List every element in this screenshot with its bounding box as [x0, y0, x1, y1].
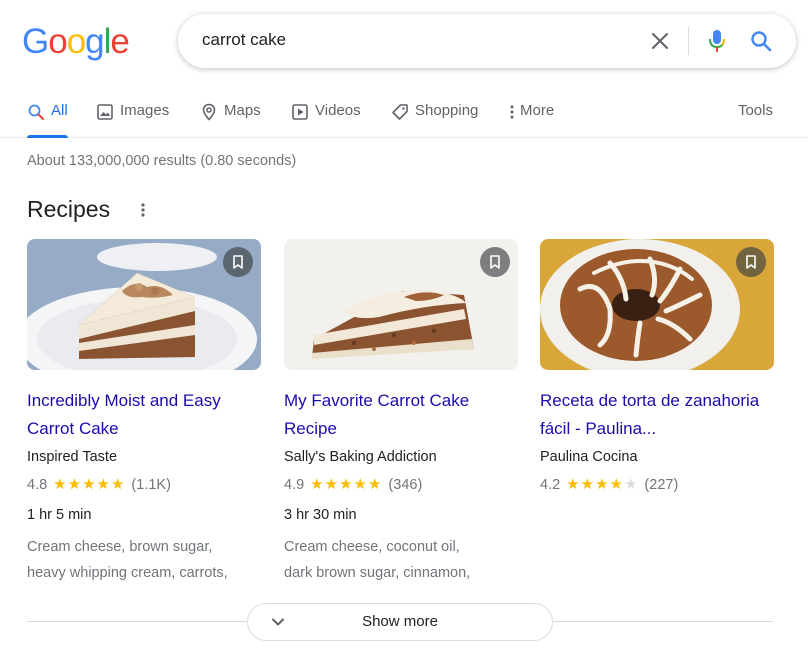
- recipe-image[interactable]: [27, 239, 261, 370]
- tools-button[interactable]: Tools: [738, 102, 773, 119]
- tab-all[interactable]: All: [27, 102, 68, 138]
- tab-label: Videos: [315, 102, 361, 119]
- more-vert-icon: [510, 105, 514, 119]
- image-icon: [97, 104, 113, 120]
- logo-letter: o: [66, 22, 86, 61]
- close-icon[interactable]: [648, 29, 672, 53]
- search-divider: [688, 27, 689, 55]
- tab-label: More: [520, 102, 555, 119]
- search-icon[interactable]: [749, 29, 773, 53]
- tab-label: Shopping: [415, 102, 479, 119]
- rating-value: 4.9: [284, 477, 305, 493]
- search-box[interactable]: carrot cake: [178, 14, 796, 68]
- review-count: (1.1K): [131, 477, 171, 493]
- recipe-source: Inspired Taste: [27, 449, 118, 465]
- bookmark-button[interactable]: [480, 247, 510, 277]
- recipe-ingredients: Cream cheese, brown sugar, heavy whippin…: [27, 534, 261, 586]
- recipe-time: 1 hr 5 min: [27, 507, 92, 523]
- tab-images[interactable]: Images: [96, 102, 169, 138]
- tab-label: Images: [120, 102, 170, 119]
- rating-stars: ★★★★★: [310, 476, 383, 493]
- recipe-image[interactable]: [540, 239, 774, 370]
- map-pin-icon: [202, 103, 216, 121]
- tab-videos[interactable]: Videos: [291, 102, 361, 138]
- recipe-source: Sally's Baking Addiction: [284, 449, 437, 465]
- recipe-time: 3 hr 30 min: [284, 507, 357, 523]
- search-input[interactable]: carrot cake: [202, 30, 286, 50]
- recipe-title[interactable]: Receta de torta de zanahoria fácil - Pau…: [540, 387, 774, 443]
- logo-letter: g: [85, 22, 104, 61]
- show-more-label: Show more: [362, 613, 438, 630]
- bookmark-button[interactable]: [736, 247, 766, 277]
- rating-stars: ★★★★★: [566, 476, 639, 493]
- recipes-heading: Recipes: [27, 196, 111, 222]
- tab-label: All: [51, 102, 68, 119]
- bookmark-button[interactable]: [223, 247, 253, 277]
- bookmark-icon: [233, 255, 243, 269]
- ingredients-line: dark brown sugar, cinnamon,: [284, 565, 471, 581]
- recipe-title[interactable]: My Favorite Carrot Cake Recipe: [284, 387, 518, 443]
- recipe-title[interactable]: Incredibly Moist and Easy Carrot Cake: [27, 387, 261, 443]
- tab-maps[interactable]: Maps: [200, 102, 261, 138]
- recipe-rating: 4.9 ★★★★★ (346): [284, 474, 518, 496]
- video-icon: [292, 104, 308, 120]
- recipe-image[interactable]: [284, 239, 518, 370]
- recipe-card[interactable]: My Favorite Carrot Cake Recipe Sally's B…: [284, 239, 518, 586]
- recipe-rating: 4.8 ★★★★★ (1.1K): [27, 474, 261, 496]
- recipe-card[interactable]: Receta de torta de zanahoria fácil - Pau…: [540, 239, 774, 496]
- review-count: (346): [388, 477, 423, 493]
- ingredients-line: heavy whipping cream, carrots,: [27, 565, 228, 581]
- rating-value: 4.8: [27, 477, 48, 493]
- rating-value: 4.2: [540, 477, 561, 493]
- search-icon: [28, 104, 44, 120]
- show-more-button[interactable]: Show more: [247, 603, 553, 641]
- logo-letter: e: [110, 22, 129, 61]
- more-vert-icon[interactable]: [138, 201, 148, 219]
- tab-label: Maps: [224, 102, 261, 119]
- bookmark-icon: [746, 255, 756, 269]
- logo-letter: l: [103, 22, 112, 61]
- bookmark-icon: [490, 255, 500, 269]
- recipe-source: Paulina Cocina: [540, 449, 638, 465]
- google-logo[interactable]: Google: [22, 22, 130, 62]
- tag-icon: [392, 104, 408, 120]
- logo-letter: o: [48, 22, 67, 61]
- review-count: (227): [644, 477, 679, 493]
- rating-stars: ★★★★★: [53, 476, 126, 493]
- ingredients-line: Cream cheese, brown sugar,: [27, 539, 213, 555]
- recipe-rating: 4.2 ★★★★★ (227): [540, 474, 774, 496]
- logo-letter: G: [22, 22, 49, 61]
- tab-shopping[interactable]: Shopping: [391, 102, 478, 138]
- recipe-card[interactable]: Incredibly Moist and Easy Carrot Cake In…: [27, 239, 261, 586]
- recipe-ingredients: Cream cheese, coconut oil, dark brown su…: [284, 534, 518, 586]
- tab-more[interactable]: More: [508, 102, 554, 138]
- search-tabs: All Images Maps Videos Shopping More Too…: [0, 92, 808, 138]
- microphone-icon[interactable]: [705, 28, 729, 54]
- result-stats: About 133,000,000 results (0.80 seconds): [27, 153, 297, 169]
- ingredients-line: Cream cheese, coconut oil,: [284, 539, 460, 555]
